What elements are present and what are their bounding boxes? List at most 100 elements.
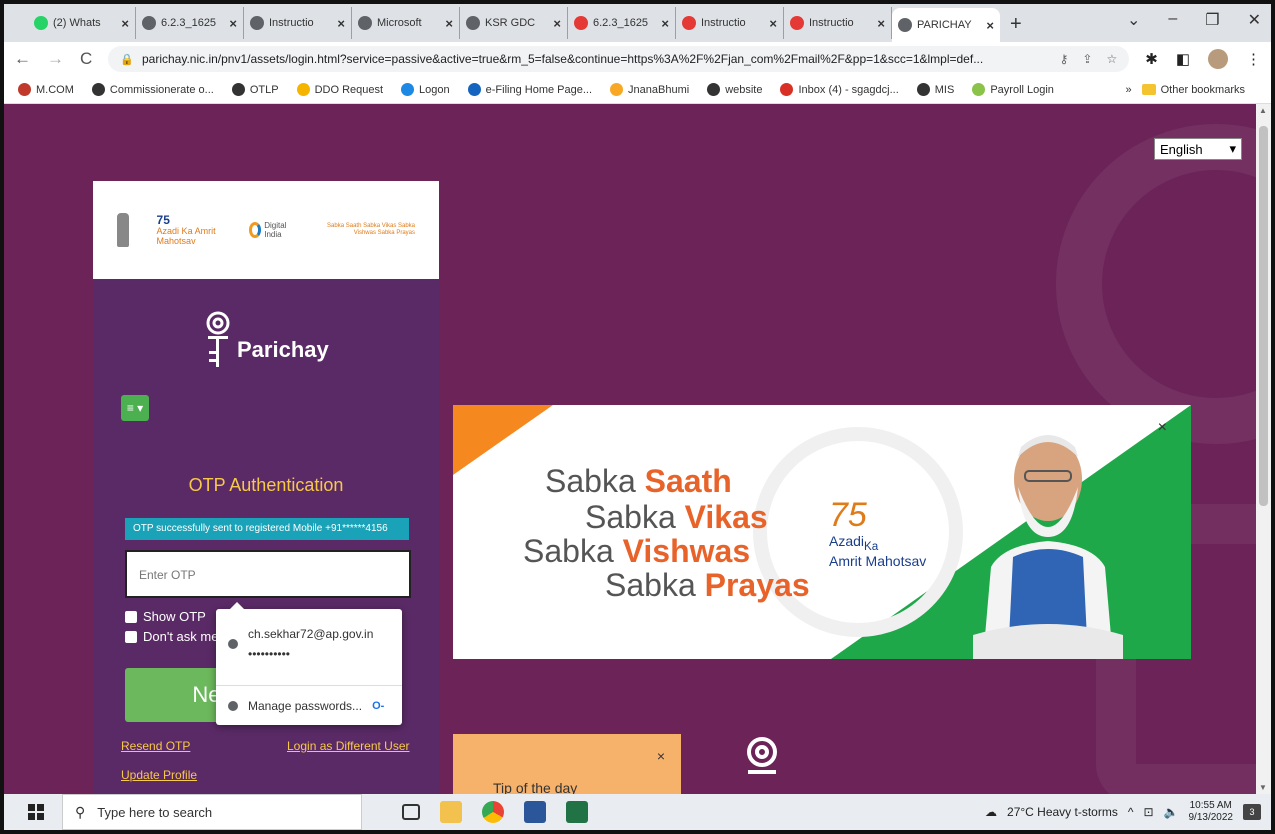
profile-avatar[interactable] — [1208, 49, 1228, 69]
globe-icon — [228, 639, 238, 649]
slogan-emphasis: Saath — [644, 463, 732, 499]
close-window-button[interactable]: ✕ — [1248, 10, 1261, 30]
resend-otp-link[interactable]: Resend OTP — [121, 739, 190, 753]
browser-tab[interactable]: Instructio × — [244, 7, 352, 39]
browser-tab[interactable]: PARICHAY × — [892, 8, 1000, 42]
bookmark-label: OTLP — [249, 83, 279, 96]
bookmark-item[interactable]: DDO Request — [296, 83, 383, 96]
azadi-logo-text: Azadi Ka Amrit Mahotsav — [156, 225, 216, 246]
language-select[interactable]: English ▾ — [1154, 138, 1242, 160]
show-otp-checkbox[interactable]: Show OTP — [125, 609, 206, 624]
close-tab-icon[interactable]: × — [445, 16, 453, 31]
bookmark-favicon-icon — [972, 83, 986, 96]
close-tab-icon[interactable]: × — [877, 16, 885, 31]
close-tab-icon[interactable]: × — [661, 16, 669, 31]
side-panel-icon[interactable]: ◧ — [1176, 50, 1190, 68]
bookmark-item[interactable]: Payroll Login — [972, 83, 1054, 96]
checkbox-box[interactable] — [125, 610, 137, 623]
bookmark-favicon-icon — [916, 83, 930, 96]
start-button[interactable] — [28, 804, 44, 820]
bookmark-item[interactable]: Commissionerate o... — [91, 83, 214, 96]
checkbox-box[interactable] — [125, 630, 137, 643]
other-bookmarks-folder[interactable]: Other bookmarks — [1141, 84, 1245, 96]
new-tab-button[interactable]: + — [1010, 13, 1022, 36]
back-button[interactable]: ← — [14, 49, 31, 69]
scroll-up-icon[interactable]: ▲ — [1259, 106, 1267, 115]
azadi-ka: Ka — [864, 540, 879, 554]
extensions-icon[interactable]: ✱ — [1145, 50, 1158, 68]
saved-password-mask: •••••••••• — [248, 647, 291, 661]
clock-time: 10:55 AM — [1189, 800, 1232, 811]
page-scrollbar[interactable]: ▲ ▼ — [1256, 104, 1271, 794]
close-tab-icon[interactable]: × — [121, 16, 129, 31]
saved-credential[interactable]: ch.sekhar72@ap.gov.in •••••••••• — [228, 627, 373, 661]
slogan-emphasis: Vikas — [684, 499, 768, 535]
reload-button[interactable]: C — [80, 49, 92, 69]
weather-text[interactable]: 27°C Heavy t-storms — [1007, 805, 1118, 819]
bookmark-item[interactable]: website — [707, 83, 762, 96]
tab-search-icon[interactable]: ⌄ — [1127, 10, 1140, 30]
browser-tab[interactable]: KSR GDC × — [460, 7, 568, 39]
bookmark-item[interactable]: M.COM — [18, 83, 74, 96]
more-bookmarks-button[interactable]: » — [1126, 84, 1132, 96]
network-icon[interactable]: ⊡ — [1143, 805, 1153, 819]
tab-favicon-icon — [790, 16, 804, 30]
word-icon[interactable] — [524, 801, 546, 823]
tray-chevron-icon[interactable]: ^ — [1128, 805, 1134, 819]
bookmark-star-icon[interactable]: ☆ — [1106, 52, 1117, 66]
browser-tab[interactable]: 6.2.3_1625 × — [136, 7, 244, 39]
excel-icon[interactable] — [566, 801, 588, 823]
volume-icon[interactable]: 🔈 — [1164, 805, 1179, 819]
slogan-text: Sabka — [523, 533, 623, 569]
close-tab-icon[interactable]: × — [769, 16, 777, 31]
browser-tab[interactable]: 6.2.3_1625 × — [568, 7, 676, 39]
manage-passwords-item[interactable]: Manage passwords... O- — [228, 699, 384, 713]
dont-ask-checkbox[interactable]: Don't ask me — [125, 629, 218, 644]
forward-button[interactable]: → — [47, 49, 64, 69]
otp-input[interactable]: Enter OTP — [125, 550, 411, 598]
browser-tab[interactable]: Instructio × — [676, 7, 784, 39]
restore-button[interactable]: ❐ — [1205, 10, 1219, 30]
notifications-icon[interactable]: 3 — [1243, 804, 1261, 820]
menu-toggle-button[interactable]: ≡ ▾ — [121, 395, 149, 421]
browser-tab[interactable]: Instructio × — [784, 7, 892, 39]
bookmark-item[interactable]: OTLP — [231, 83, 279, 96]
close-tip-button[interactable]: × — [657, 748, 665, 764]
share-icon[interactable]: ⇪ — [1082, 52, 1092, 66]
scroll-down-icon[interactable]: ▼ — [1259, 783, 1267, 792]
page-content: English ▾ 75 Azadi Ka Amrit Mahotsav Digi… — [4, 104, 1256, 794]
key-icon[interactable]: ⚷ — [1060, 52, 1069, 66]
bookmark-favicon-icon — [610, 83, 624, 96]
file-explorer-icon[interactable] — [440, 801, 462, 823]
bookmark-item[interactable]: MIS — [916, 83, 954, 96]
key-icon: O- — [372, 700, 385, 712]
slogan-text: Sabka — [605, 567, 705, 603]
address-bar[interactable]: 🔒 parichay.nic.in/pnv1/assets/login.html… — [108, 46, 1130, 72]
bookmark-item[interactable]: e-Filing Home Page... — [467, 83, 592, 96]
update-profile-link[interactable]: Update Profile — [121, 768, 197, 782]
scrollbar-thumb[interactable] — [1259, 126, 1268, 506]
bookmark-item[interactable]: Inbox (4) - sgagdcj... — [780, 83, 899, 96]
chrome-icon[interactable] — [482, 801, 504, 823]
bookmark-item[interactable]: JnanaBhumi — [610, 83, 689, 96]
close-tab-icon[interactable]: × — [337, 16, 345, 31]
close-tab-icon[interactable]: × — [229, 16, 237, 31]
close-banner-button[interactable]: × — [1158, 419, 1167, 437]
close-tab-icon[interactable]: × — [986, 18, 994, 33]
taskbar-search[interactable]: ⚲ Type here to search — [62, 794, 362, 830]
browser-tab[interactable]: (2) Whats × — [28, 7, 136, 39]
azadi-logo: 75 Azadi Ka Amrit Mahotsav — [156, 212, 216, 246]
browser-tab[interactable]: Microsoft × — [352, 7, 460, 39]
tab-title: 6.2.3_1625 — [161, 17, 217, 29]
slogan-line-3: Sabka Vishwas — [523, 533, 750, 570]
login-different-user-link[interactable]: Login as Different User — [287, 739, 410, 753]
menu-icon[interactable]: ⋮ — [1246, 50, 1261, 68]
bookmark-item[interactable]: Logon — [401, 83, 450, 96]
minimize-button[interactable]: – — [1168, 10, 1177, 30]
task-view-icon[interactable] — [402, 804, 420, 820]
close-tab-icon[interactable]: × — [553, 16, 561, 31]
taskbar-apps — [402, 801, 588, 823]
otp-title: OTP Authentication — [188, 475, 344, 495]
clock[interactable]: 10:55 AM 9/13/2022 — [1189, 800, 1234, 824]
bookmark-favicon-icon — [707, 83, 721, 96]
